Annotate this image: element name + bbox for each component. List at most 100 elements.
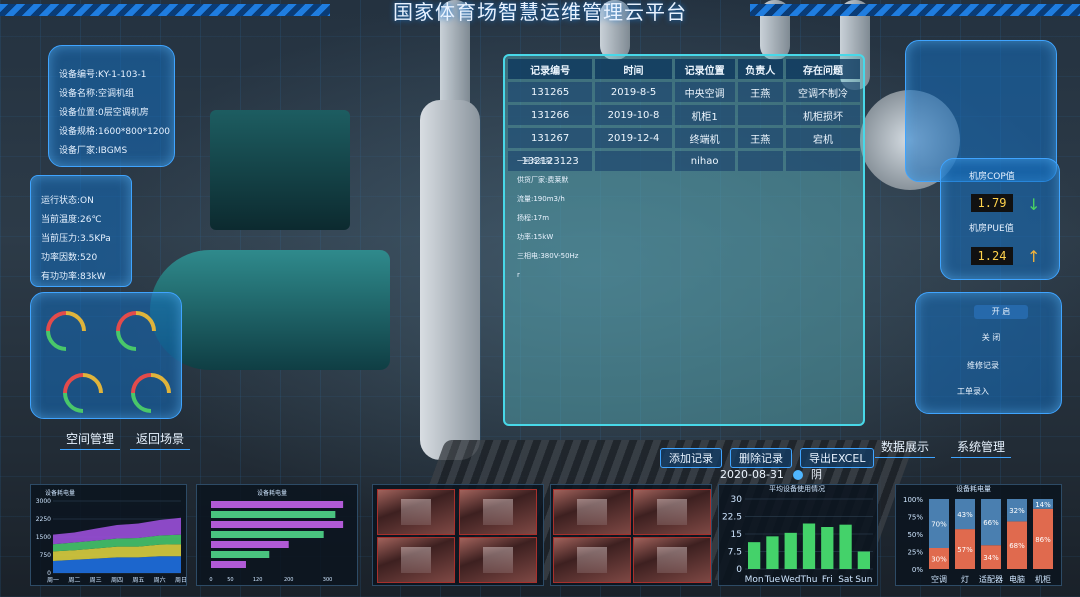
table-row[interactable]: 131266 2019-10-8 机柜1 机柜损坏 [508, 105, 860, 125]
cell[interactable]: 中央空调 [674, 82, 735, 102]
cell[interactable]: 2019-8-5 [595, 82, 672, 102]
col-header[interactable]: 记录编号 [508, 59, 593, 79]
nav-left: 空间管理 返回场景 [60, 428, 220, 450]
y-tick-label: 1500 [36, 534, 51, 541]
cell[interactable]: 2019-12-4 [595, 128, 672, 148]
nav-system-management[interactable]: 系统管理 [951, 436, 1012, 458]
bar [211, 531, 324, 538]
data-label: 86% [1035, 536, 1051, 544]
x-tick-label: 50 [227, 577, 233, 583]
camera-thumb[interactable] [459, 489, 537, 535]
data-label: 30% [931, 556, 947, 564]
y-tick-label: 25% [907, 549, 923, 557]
area-chart: 设备耗电量 0 750 1500 2250 3000 周一 周二 周三 周四 周五 周六 周日 [36, 489, 187, 584]
cell[interactable]: 131266 [508, 105, 593, 125]
stop-button[interactable]: 关 闭 [964, 331, 1018, 345]
x-tick-label: 适配器 [979, 574, 1003, 584]
nav-space-management[interactable]: 空间管理 [60, 428, 121, 450]
x-tick-label: 0 [209, 577, 212, 583]
bar [211, 501, 344, 508]
weather-text: 阴 [810, 468, 822, 481]
cell[interactable]: 131265 [508, 82, 593, 102]
x-tick-label: 周四 [111, 577, 123, 584]
nav-data-display[interactable]: 数据展示 [875, 436, 936, 458]
cell[interactable] [786, 151, 860, 171]
maintenance-record-button[interactable]: 维修记录 [956, 359, 1010, 373]
x-tick-label: 200 [284, 577, 294, 583]
bar [211, 551, 270, 558]
table-row[interactable]: 131265 2019-8-5 中央空调 王燕 空调不制冷 [508, 82, 860, 102]
data-label: 14% [1035, 501, 1051, 509]
cell[interactable]: 131267 [508, 128, 593, 148]
hbar-chart: 设备耗电量 0 50 120 200 300 [209, 489, 344, 583]
y-tick-label: 100% [903, 496, 923, 504]
y-tick-label: 15 [731, 530, 742, 540]
x-tick-label: 空调 [931, 574, 947, 584]
device-info-panel: 设备编号:KY-1-103-1 设备名称:空调机组 设备位置:0层空调机房 设备… [48, 45, 175, 167]
cell[interactable]: 王燕 [737, 82, 784, 102]
bar [211, 521, 344, 528]
x-tick-label: 机柜 [1035, 574, 1051, 584]
area-chart-panel: 设备耗电量 0 750 1500 2250 3000 周一 周二 周三 周四 周五 周六 周日 [30, 484, 187, 586]
add-record-button[interactable]: 添加记录 [660, 448, 722, 468]
cell[interactable]: 空调不制冷 [786, 82, 860, 102]
bar [784, 532, 797, 569]
device-info-line: 设备位置:0层空调机房 [59, 108, 149, 118]
bar [766, 536, 779, 569]
cell[interactable]: nihao [674, 151, 735, 171]
start-button[interactable]: 开 启 [974, 305, 1028, 319]
data-label: 43% [957, 511, 973, 519]
pue-label: 机房PUE值 [969, 224, 1014, 234]
cell[interactable]: 2019-10-8 [595, 105, 672, 125]
weather: 2020-08-31 阴 [720, 466, 822, 482]
x-tick-label: 周一 [47, 577, 59, 584]
record-actions: 添加记录 删除记录 导出EXCEL [660, 448, 875, 468]
equipment-box[interactable] [210, 110, 350, 230]
date-text: 2020-08-31 [720, 468, 784, 481]
cell[interactable]: 宕机 [786, 128, 860, 148]
y-tick-label: 0 [736, 565, 742, 575]
x-tick-label: Wed [781, 575, 801, 585]
pump-motor[interactable] [150, 250, 390, 370]
x-tick-label: 300 [323, 577, 333, 583]
camera-thumb[interactable] [633, 489, 711, 535]
nav-back-scene[interactable]: 返回场景 [130, 428, 191, 450]
data-label: 32% [1009, 507, 1025, 515]
camera-thumb[interactable] [553, 489, 631, 535]
cell[interactable]: 终端机 [674, 128, 735, 148]
cell[interactable] [737, 105, 784, 125]
work-order-button[interactable]: 工单录入 [946, 385, 1000, 399]
y-tick-label: 0% [912, 566, 923, 574]
delete-record-button[interactable]: 删除记录 [730, 448, 792, 468]
device-info-line: 设备编号:KY-1-103-1 [59, 70, 147, 80]
stacked-bar-panel: 设备耗电量 0% 25% 50% 75% 100% 30% 70% 空调 57% 43% 灯 34% 66… [895, 484, 1062, 586]
camera-thumb[interactable] [377, 537, 455, 583]
camera-thumb[interactable] [553, 537, 631, 583]
device-detail: 一号冷冻泵 供货厂家:费莱默 流量:190m3/h 扬程:17m 功率:15kW… [517, 152, 578, 285]
x-tick-label: Mon [745, 575, 764, 585]
cell[interactable]: 王燕 [737, 128, 784, 148]
chart-title: 平均设备使用情况 [769, 485, 825, 493]
data-label: 57% [957, 546, 973, 554]
hbar-chart-panel: 设备耗电量 0 50 120 200 300 [196, 484, 358, 586]
cell[interactable]: 机柜1 [674, 105, 735, 125]
export-excel-button[interactable]: 导出EXCEL [800, 448, 875, 468]
cell[interactable]: 机柜损坏 [786, 105, 860, 125]
col-header[interactable]: 存在问题 [786, 59, 860, 79]
control-panel: 开 启 关 闭 维修记录 工单录入 [915, 292, 1062, 414]
cop-pue-panel: 机房COP值 1.79 ↓ 机房PUE值 1.24 ↑ [940, 158, 1060, 280]
header: 国家体育场智慧运维管理云平台 [0, 0, 1080, 26]
camera-thumb[interactable] [459, 537, 537, 583]
nav-right: 数据展示 系统管理 [875, 436, 1012, 458]
col-header[interactable]: 时间 [595, 59, 672, 79]
detail-line: 流量:190m3/h [517, 195, 565, 203]
camera-thumb[interactable] [633, 537, 711, 583]
cell[interactable] [737, 151, 784, 171]
col-header[interactable]: 记录位置 [674, 59, 735, 79]
bar [821, 527, 834, 569]
table-row[interactable]: 131267 2019-12-4 终端机 王燕 宕机 [508, 128, 860, 148]
cell[interactable] [595, 151, 672, 171]
col-header[interactable]: 负责人 [737, 59, 784, 79]
camera-thumb[interactable] [377, 489, 455, 535]
header-decor-right [750, 4, 1080, 16]
